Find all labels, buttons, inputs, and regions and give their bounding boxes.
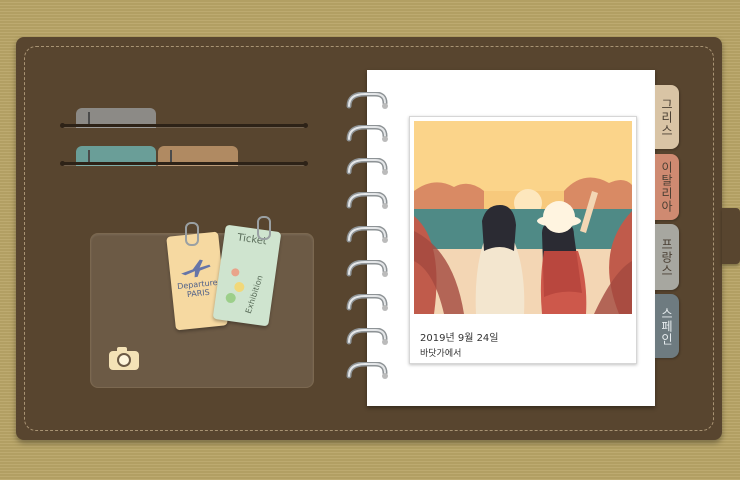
ring-icon: [345, 157, 391, 180]
airplane-icon: [181, 259, 211, 278]
tab-italy[interactable]: 이탈리아: [655, 154, 679, 220]
ring-icon: [345, 124, 391, 147]
ring-icon: [345, 191, 391, 214]
ticket-departure: Departure PARIS: [175, 278, 221, 301]
ring-icon: [345, 91, 391, 114]
beach-illustration: [414, 121, 632, 314]
photo-place: 바닷가에서: [420, 349, 462, 359]
tab-spain[interactable]: 스페인: [655, 294, 679, 358]
ring-icon: [345, 293, 391, 316]
tab-france[interactable]: 프랑스: [655, 224, 679, 290]
card-slot-2: [60, 161, 308, 166]
tab-greece[interactable]: 그리스: [655, 85, 679, 149]
camera-icon: [109, 347, 139, 370]
ring-icon: [345, 259, 391, 282]
ring-icon: [345, 361, 391, 384]
polaroid-photo[interactable]: 2019년 9월 24일 바닷가에서: [409, 116, 637, 364]
ticket-title: Ticket: [236, 232, 268, 248]
paperclip-icon: [257, 216, 271, 240]
paperclip-icon: [185, 222, 199, 246]
planner-clasp[interactable]: [722, 208, 740, 264]
ring-icon: [345, 225, 391, 248]
photo-date: 2019년 9월 24일: [420, 333, 499, 344]
card-slot-1: [60, 123, 308, 128]
card-mark: [88, 150, 90, 162]
card-mark: [170, 150, 172, 162]
ring-icon: [345, 327, 391, 350]
card-mark: [88, 112, 90, 124]
